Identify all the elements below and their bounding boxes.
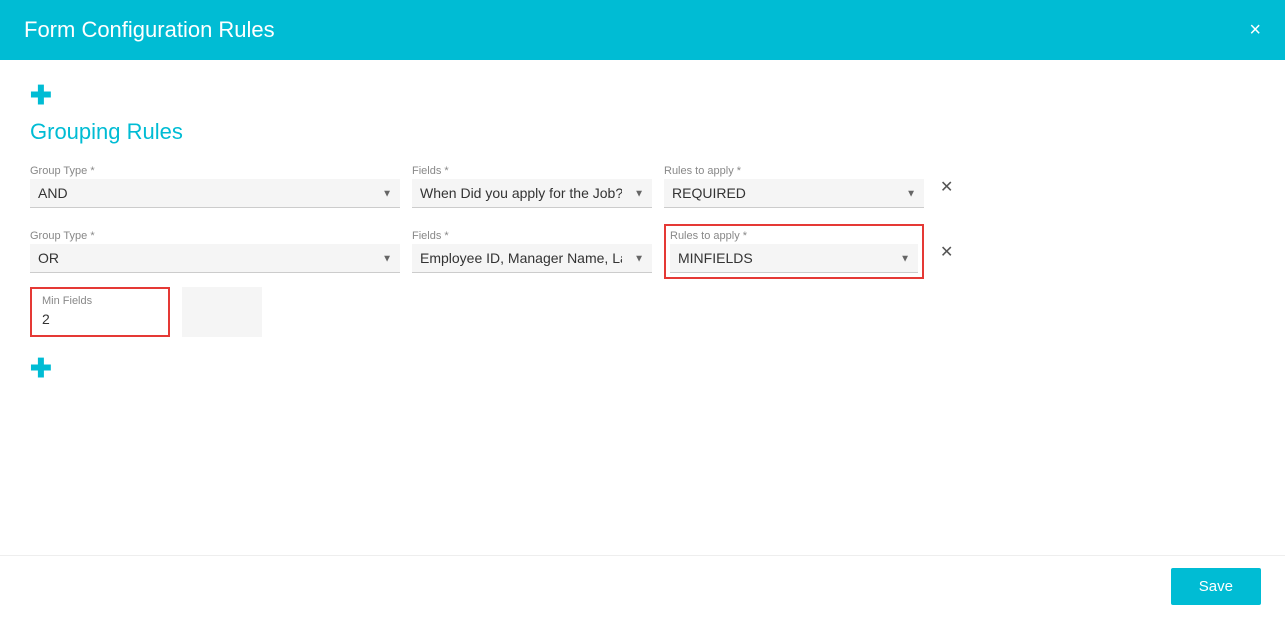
modal-header: Form Configuration Rules ×: [0, 0, 1285, 60]
group-type-label-1: Group Type *: [30, 165, 400, 177]
min-fields-box: Min Fields 2: [30, 287, 170, 337]
save-button[interactable]: Save: [1171, 568, 1261, 605]
modal-body: ✚ Grouping Rules Group Type * AND OR Fie…: [0, 60, 1285, 555]
group-type-select-wrapper-2: AND OR: [30, 244, 400, 273]
delete-row-1-button[interactable]: ✕: [936, 173, 957, 201]
empty-placeholder: [182, 287, 262, 337]
group-type-field-2: Group Type * AND OR: [30, 230, 400, 273]
add-rule-bottom-button[interactable]: ✚: [30, 353, 52, 384]
modal-container: Form Configuration Rules × ✚ Grouping Ru…: [0, 0, 1285, 617]
fields-label-1: Fields *: [412, 165, 652, 177]
close-button[interactable]: ×: [1249, 20, 1261, 40]
fields-field-2: Fields * Employee ID, Manager Name, La..…: [412, 230, 652, 273]
rules-select-wrapper-2: REQUIRED MINFIELDS: [670, 244, 918, 273]
add-top-icon: ✚: [30, 80, 52, 110]
fields-select-1[interactable]: When Did you apply for the Job?, ...: [412, 179, 652, 208]
rules-field-1: Rules to apply * REQUIRED MINFIELDS: [664, 165, 924, 208]
modal-title: Form Configuration Rules: [24, 17, 275, 43]
min-fields-value: 2: [42, 311, 158, 327]
group-type-label-2: Group Type *: [30, 230, 400, 242]
group-type-field-1: Group Type * AND OR: [30, 165, 400, 208]
grouping-rules-title: Grouping Rules: [30, 119, 1255, 145]
rules-label-2: Rules to apply *: [670, 230, 918, 242]
group-type-select-1[interactable]: AND OR: [30, 179, 400, 208]
fields-select-wrapper-1: When Did you apply for the Job?, ...: [412, 179, 652, 208]
fields-field-1: Fields * When Did you apply for the Job?…: [412, 165, 652, 208]
min-fields-row: Min Fields 2: [30, 287, 1255, 337]
modal-footer: Save: [0, 555, 1285, 617]
add-rule-top-button[interactable]: ✚: [30, 80, 52, 111]
rules-select-wrapper-1: REQUIRED MINFIELDS: [664, 179, 924, 208]
rules-select-1[interactable]: REQUIRED MINFIELDS: [664, 179, 924, 208]
rules-label-1: Rules to apply *: [664, 165, 924, 177]
group-type-select-2[interactable]: AND OR: [30, 244, 400, 273]
fields-label-2: Fields *: [412, 230, 652, 242]
fields-select-wrapper-2: Employee ID, Manager Name, La...: [412, 244, 652, 273]
min-fields-label: Min Fields: [42, 295, 158, 307]
rules-field-2: Rules to apply * REQUIRED MINFIELDS: [664, 224, 924, 279]
add-bottom-icon: ✚: [30, 353, 52, 383]
group-type-select-wrapper-1: AND OR: [30, 179, 400, 208]
rule-row-1: Group Type * AND OR Fields * When Did yo…: [30, 165, 1255, 208]
rule-row-2: Group Type * AND OR Fields * Employee ID…: [30, 224, 1255, 279]
fields-select-2[interactable]: Employee ID, Manager Name, La...: [412, 244, 652, 273]
delete-row-2-button[interactable]: ✕: [936, 238, 957, 266]
rules-select-2[interactable]: REQUIRED MINFIELDS: [670, 244, 918, 273]
